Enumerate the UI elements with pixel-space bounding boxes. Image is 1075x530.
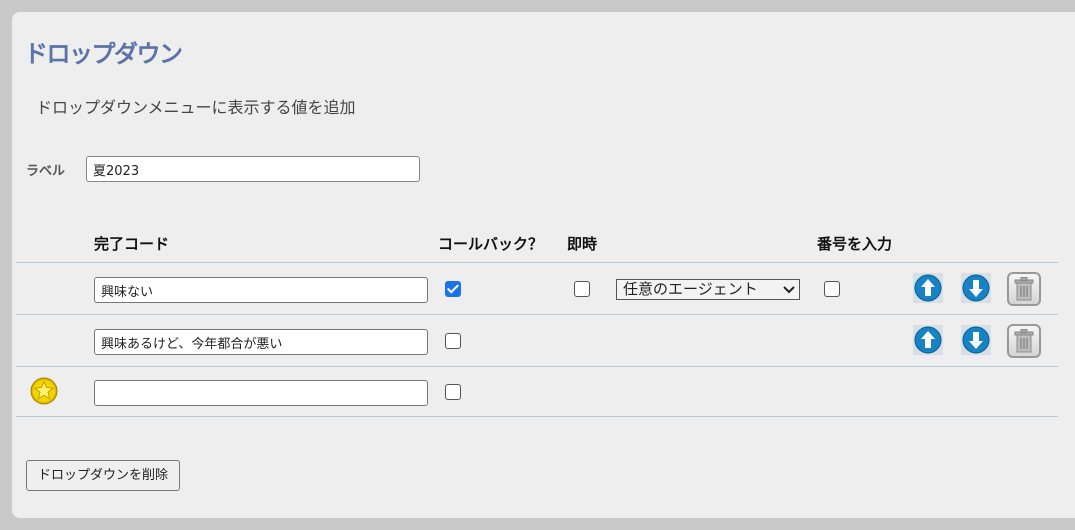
row-divider xyxy=(16,314,1058,315)
completion-code-input[interactable] xyxy=(94,277,428,303)
agent-select-value: 任意のエージェント xyxy=(623,280,758,298)
header-immediate: 即時 xyxy=(567,235,598,253)
trash-icon xyxy=(1014,277,1034,301)
completion-code-input[interactable] xyxy=(94,380,428,406)
delete-row-button[interactable] xyxy=(1007,272,1041,306)
header-enter-number: 番号を入力 xyxy=(817,235,893,253)
label-field-label: ラベル xyxy=(26,164,66,179)
enter-number-checkbox[interactable] xyxy=(824,281,840,297)
callback-checkbox[interactable] xyxy=(445,281,461,297)
move-down-button[interactable] xyxy=(961,325,991,355)
header-completion-code: 完了コード xyxy=(94,235,170,253)
arrow-up-icon xyxy=(914,326,942,354)
star-icon xyxy=(30,377,58,405)
dropdown-panel: ドロップダウン ドロップダウンメニューに表示する値を追加 ラベル 完了コード コ… xyxy=(12,12,1075,518)
move-up-button[interactable] xyxy=(913,273,943,303)
move-up-button[interactable] xyxy=(913,325,943,355)
trash-icon xyxy=(1014,329,1034,353)
page-title: ドロップダウン xyxy=(24,40,183,68)
row-divider xyxy=(16,416,1058,417)
delete-dropdown-button[interactable]: ドロップダウンを削除 xyxy=(26,460,181,491)
callback-checkbox[interactable] xyxy=(445,384,461,400)
page-subtitle: ドロップダウンメニューに表示する値を追加 xyxy=(36,98,356,117)
callback-checkbox[interactable] xyxy=(445,333,461,349)
delete-row-button[interactable] xyxy=(1007,324,1041,358)
completion-code-input[interactable] xyxy=(94,329,428,355)
chevron-down-icon xyxy=(783,280,795,305)
move-down-button[interactable] xyxy=(961,273,991,303)
arrow-down-icon xyxy=(962,274,990,302)
immediate-checkbox[interactable] xyxy=(574,281,590,297)
agent-select[interactable]: 任意のエージェント xyxy=(616,279,800,300)
header-callback: コールバック？ xyxy=(438,235,544,253)
row-divider xyxy=(16,366,1058,367)
arrow-up-icon xyxy=(914,274,942,302)
row-divider xyxy=(16,262,1058,263)
arrow-down-icon xyxy=(962,326,990,354)
label-input[interactable] xyxy=(86,156,420,182)
